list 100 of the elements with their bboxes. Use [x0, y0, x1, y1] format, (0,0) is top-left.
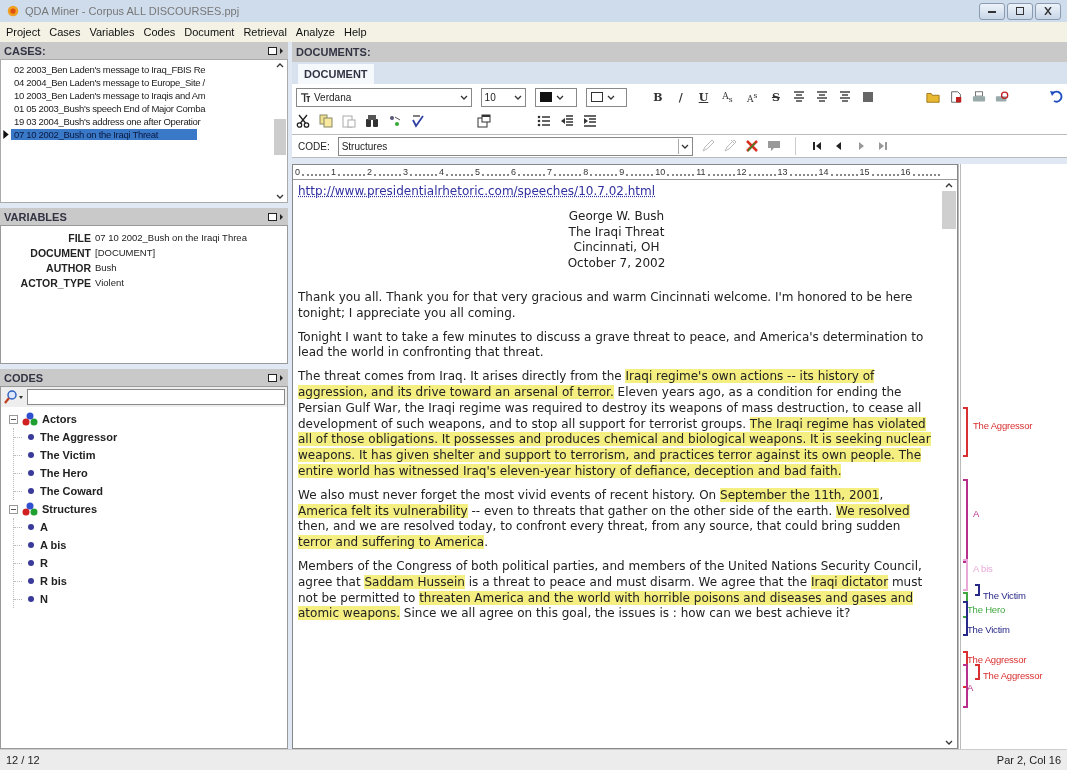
- caret-icon: [606, 94, 615, 100]
- maximize-button[interactable]: [1007, 2, 1033, 20]
- case-item[interactable]: 01 05 2003_Bush's speech End of Major Comba: [11, 103, 209, 114]
- code-item[interactable]: The Victim: [40, 449, 96, 461]
- align-icon[interactable]: [791, 90, 806, 104]
- code-item[interactable]: A: [40, 521, 48, 533]
- document-tab[interactable]: DOCUMENT: [298, 64, 374, 84]
- ruler-number: 11: [696, 167, 706, 177]
- search-field[interactable]: [27, 389, 285, 405]
- panel-title: VARIABLES: [4, 210, 67, 223]
- code-item[interactable]: The Aggressor: [40, 431, 118, 443]
- code-icon: [27, 577, 35, 585]
- panel-options-icon[interactable]: [268, 45, 284, 56]
- scroll-thumb[interactable]: [274, 119, 286, 155]
- collapse-icon[interactable]: [9, 504, 18, 514]
- case-item[interactable]: 04 2004_Ben Laden's message to Europe_Site /: [11, 77, 208, 88]
- scroll-thumb[interactable]: [942, 191, 956, 229]
- ruler-number: 7: [547, 167, 553, 177]
- bullet-list-icon[interactable]: [537, 114, 551, 128]
- panel-options-icon[interactable]: [268, 211, 284, 222]
- status-text: 12 / 12: [6, 754, 40, 766]
- menu-item[interactable]: Help: [343, 26, 367, 38]
- case-item[interactable]: 19 03 2004_Bush's address one after Operatior: [11, 116, 204, 127]
- code-item[interactable]: R bis: [40, 575, 67, 587]
- code-icon: [27, 487, 35, 495]
- code-item[interactable]: A bis: [40, 539, 67, 551]
- variable-value[interactable]: [DOCUMENT]: [95, 247, 287, 258]
- collapse-icon[interactable]: [9, 414, 18, 424]
- code-label[interactable]: The Aggressor: [973, 420, 1033, 431]
- font-dropdown[interactable]: Verdana: [296, 87, 472, 107]
- undo-icon[interactable]: [1049, 90, 1063, 104]
- format-button[interactable]: S: [769, 90, 783, 104]
- scroll-up-icon[interactable]: [276, 62, 284, 68]
- print-preview-icon[interactable]: [995, 90, 1010, 104]
- scroll-down-icon[interactable]: [276, 194, 284, 200]
- menu-item[interactable]: Retrieval: [243, 26, 287, 38]
- border-dropdown[interactable]: [585, 87, 628, 107]
- indent-icon[interactable]: [583, 114, 597, 128]
- scroll-down-icon[interactable]: [945, 740, 953, 746]
- binoculars-icon[interactable]: [365, 114, 379, 128]
- text-color-dropdown[interactable]: [535, 87, 577, 107]
- code-label[interactable]: The Victim: [983, 590, 1026, 601]
- code-label[interactable]: The Aggressor: [983, 670, 1043, 681]
- code-icon: [27, 595, 35, 603]
- code-item[interactable]: The Coward: [40, 485, 103, 497]
- menu-item[interactable]: Cases: [49, 26, 81, 38]
- variable-value[interactable]: 07 10 2002_Bush on the Iraqi Threa: [95, 232, 287, 243]
- code-dropdown[interactable]: Structures: [337, 136, 693, 156]
- close-button[interactable]: [1035, 2, 1061, 20]
- comment-icon[interactable]: [766, 139, 781, 153]
- code-label[interactable]: The Victim: [967, 624, 1010, 635]
- outdent-icon[interactable]: [560, 114, 574, 128]
- panel-title: CODES: [4, 371, 44, 384]
- ruler-number: 13: [777, 167, 788, 177]
- ruler-number: 10: [655, 167, 666, 177]
- format-button[interactable]: U: [696, 90, 711, 104]
- minimize-button[interactable]: [979, 2, 1005, 20]
- code-icon: [27, 433, 35, 441]
- menu-item[interactable]: Codes: [143, 26, 176, 38]
- code-category[interactable]: Structures: [42, 503, 98, 515]
- case-item[interactable]: 10 2003_Ben Laden's message to Iraqis and Am: [11, 90, 209, 101]
- menu-item[interactable]: Analyze: [295, 26, 335, 38]
- code-item[interactable]: The Hero: [40, 467, 88, 479]
- spellcheck-icon[interactable]: [411, 114, 425, 128]
- format-button[interactable]: A$_{s}$: [719, 90, 736, 104]
- search-icon[interactable]: [3, 389, 25, 405]
- code-item[interactable]: R: [40, 557, 48, 569]
- size-dropdown[interactable]: 10: [480, 87, 527, 107]
- cut-icon[interactable]: [296, 114, 310, 128]
- copy-icon[interactable]: [319, 114, 333, 128]
- menu-item[interactable]: Project: [6, 26, 41, 38]
- case-item[interactable]: 02 2003_Ben Laden's message to Iraq_FBIS Re: [11, 64, 209, 75]
- code-category[interactable]: Actors: [42, 413, 77, 425]
- category-icon: [22, 412, 38, 426]
- code-item[interactable]: N: [40, 593, 48, 605]
- remove-code-icon[interactable]: [744, 139, 759, 153]
- case-item[interactable]: 07 10 2002_Bush on the Iraqi Threat: [11, 129, 197, 140]
- code-label[interactable]: A: [973, 508, 980, 519]
- printer-icon[interactable]: [972, 90, 987, 104]
- code-label[interactable]: The Aggressor: [967, 654, 1027, 665]
- ruler-number: 6: [511, 167, 517, 177]
- ruler-number: 3: [403, 167, 409, 177]
- variable-name: DOCUMENT: [29, 246, 91, 259]
- link[interactable]: http://www.presidentialrhetoric.com/speeches/10.7.02.html: [298, 184, 656, 200]
- code-icon: [27, 523, 35, 531]
- menu-item[interactable]: Variables: [89, 26, 135, 38]
- window-icon[interactable]: [477, 114, 491, 128]
- variable-value[interactable]: Bush: [95, 262, 287, 273]
- format-button[interactable]: B: [651, 90, 665, 104]
- scroll-up-icon[interactable]: [945, 182, 953, 188]
- folder-icon[interactable]: [926, 90, 941, 104]
- document-icon[interactable]: [949, 90, 964, 104]
- format-button[interactable]: /: [673, 90, 688, 104]
- align-icon[interactable]: [814, 90, 829, 104]
- format-button[interactable]: A$^{s}$: [744, 90, 760, 104]
- justify-icon[interactable]: [860, 90, 875, 104]
- variable-value[interactable]: Violent: [95, 277, 287, 288]
- panel-options-icon[interactable]: [268, 372, 284, 383]
- align-icon[interactable]: [837, 90, 852, 104]
- menu-item[interactable]: Document: [184, 26, 235, 38]
